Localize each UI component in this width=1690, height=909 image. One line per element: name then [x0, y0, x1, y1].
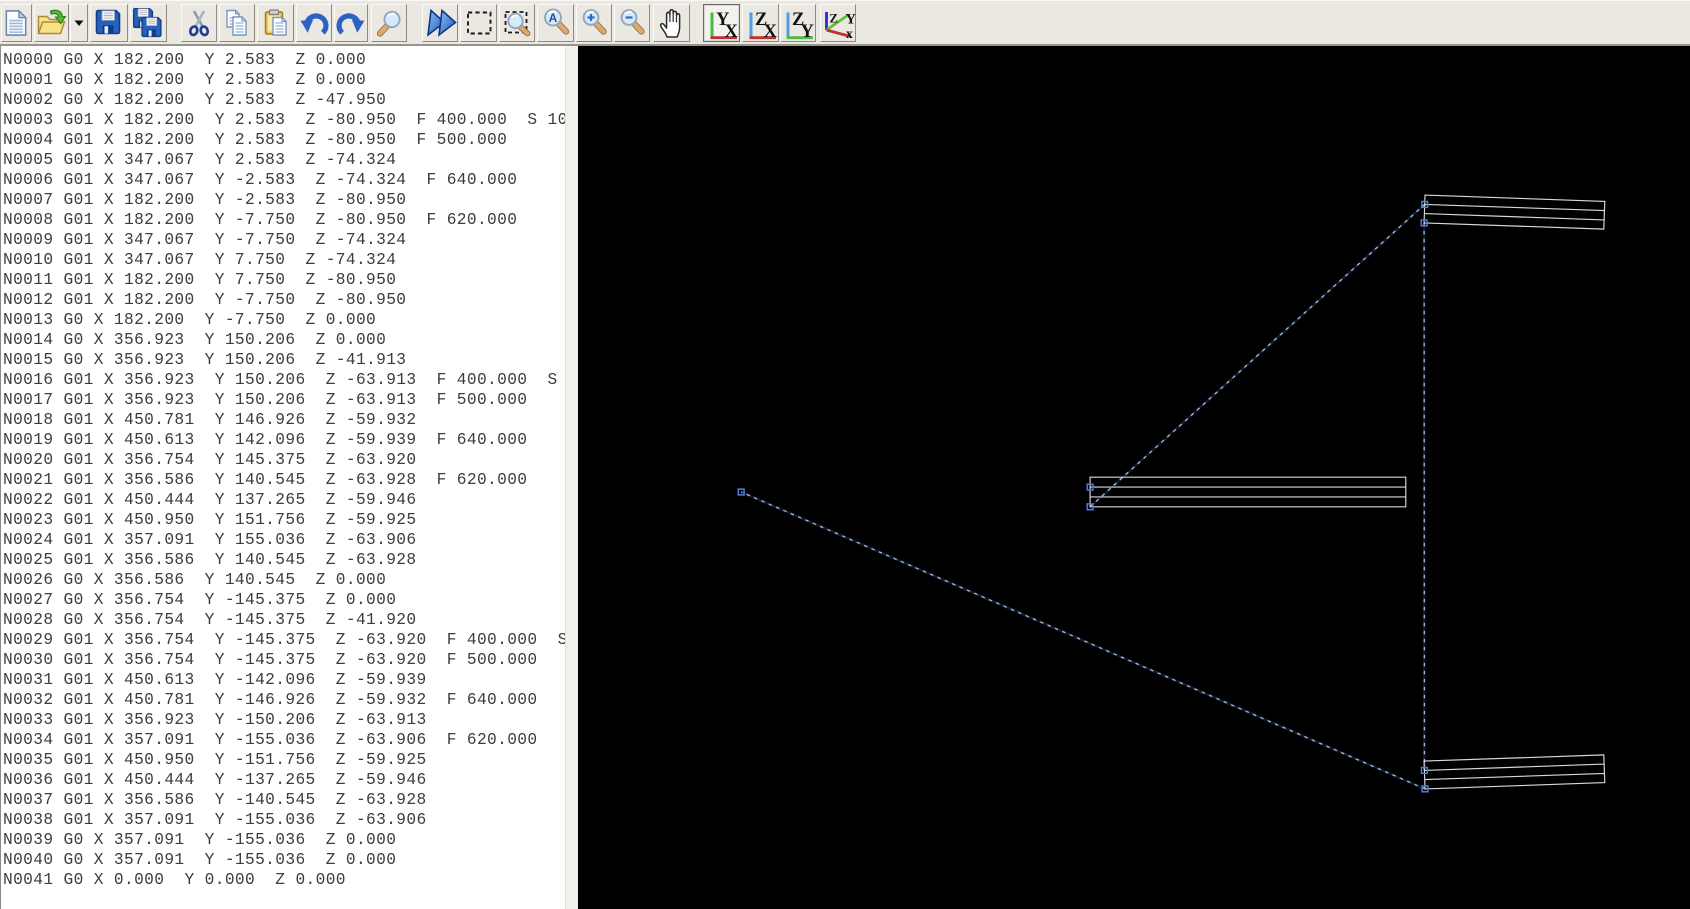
- svg-text:Z: Z: [830, 12, 838, 26]
- svg-text:Y: Y: [801, 22, 815, 41]
- svg-text:X: X: [763, 22, 777, 41]
- svg-text:x: x: [846, 26, 853, 41]
- svg-text:A: A: [548, 11, 557, 25]
- svg-text:X: X: [724, 22, 738, 41]
